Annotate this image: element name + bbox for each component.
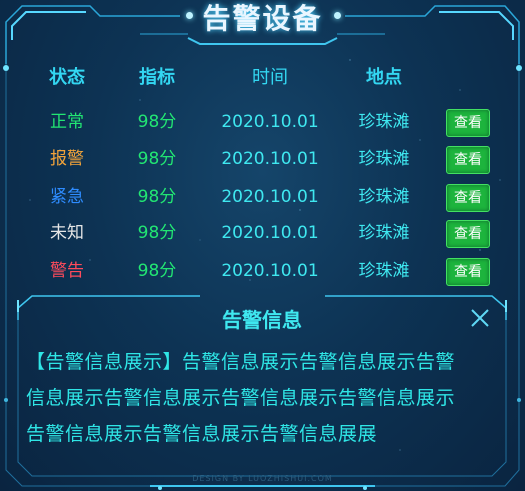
status-alarm: 报警 <box>50 149 84 169</box>
time-value: 2020.10.01 <box>221 187 319 207</box>
alert-message-line: 【告警信息展示】告警信息展示告警信息展示告警 <box>26 351 456 373</box>
metric-value: 98分 <box>137 223 177 243</box>
table-row: 警告 98分 2020.10.01 珍珠滩 查看 <box>0 254 525 288</box>
time-value: 2020.10.01 <box>221 261 319 281</box>
table-row: 紧急 98分 2020.10.01 珍珠滩 查看 <box>0 180 525 214</box>
alert-panel-title: 告警信息 <box>222 308 302 332</box>
table-row: 正常 98分 2020.10.01 珍珠滩 查看 <box>0 105 525 139</box>
title-dot-left <box>186 12 193 19</box>
time-value: 2020.10.01 <box>221 223 319 243</box>
header-status: 状态 <box>49 67 85 88</box>
view-button[interactable]: 查看 <box>446 184 490 212</box>
alert-message-line: 信息展示告警信息展示告警信息展示告警信息展示 <box>26 387 456 409</box>
alert-message: 【告警信息展示】告警信息展示告警信息展示告警 信息展示告警信息展示告警信息展示告… <box>26 344 494 452</box>
metric-value: 98分 <box>137 112 177 132</box>
table-row: 未知 98分 2020.10.01 珍珠滩 查看 <box>0 216 525 250</box>
status-warning: 警告 <box>50 261 84 281</box>
location-value: 珍珠滩 <box>358 187 410 207</box>
view-button[interactable]: 查看 <box>446 109 490 137</box>
status-urgent: 紧急 <box>50 187 84 207</box>
header-time: 时间 <box>252 67 288 88</box>
header-metric: 指标 <box>139 67 175 88</box>
location-value: 珍珠滩 <box>358 112 410 132</box>
device-alarm-widget: 告警设备 状态 指标 时间 地点 正常 98分 2020.10.01 珍珠滩 查… <box>0 0 525 491</box>
view-button[interactable]: 查看 <box>446 146 490 174</box>
view-button[interactable]: 查看 <box>446 258 490 286</box>
title-dot-right <box>334 12 341 19</box>
location-value: 珍珠滩 <box>358 149 410 169</box>
metric-value: 98分 <box>137 187 177 207</box>
status-unknown: 未知 <box>50 223 84 243</box>
table-row: 报警 98分 2020.10.01 珍珠滩 查看 <box>0 142 525 176</box>
location-value: 珍珠滩 <box>358 261 410 281</box>
design-credit: DESIGN BY LUOZHISHUI.COM <box>192 474 333 483</box>
time-value: 2020.10.01 <box>221 149 319 169</box>
status-normal: 正常 <box>50 112 84 132</box>
metric-value: 98分 <box>137 149 177 169</box>
time-value: 2020.10.01 <box>221 112 319 132</box>
alert-info-panel: 告警信息 【告警信息展示】告警信息展示告警信息展示告警 信息展示告警信息展示告警… <box>18 296 506 476</box>
close-icon[interactable] <box>470 308 490 328</box>
metric-value: 98分 <box>137 261 177 281</box>
alert-message-line: 告警信息展示告警信息展示告警信息展展 <box>26 423 378 445</box>
widget-title: 告警设备 <box>202 2 323 35</box>
view-button[interactable]: 查看 <box>446 220 490 248</box>
location-value: 珍珠滩 <box>358 223 410 243</box>
header-location: 地点 <box>366 67 402 88</box>
table-header: 状态 指标 时间 地点 <box>0 61 525 95</box>
